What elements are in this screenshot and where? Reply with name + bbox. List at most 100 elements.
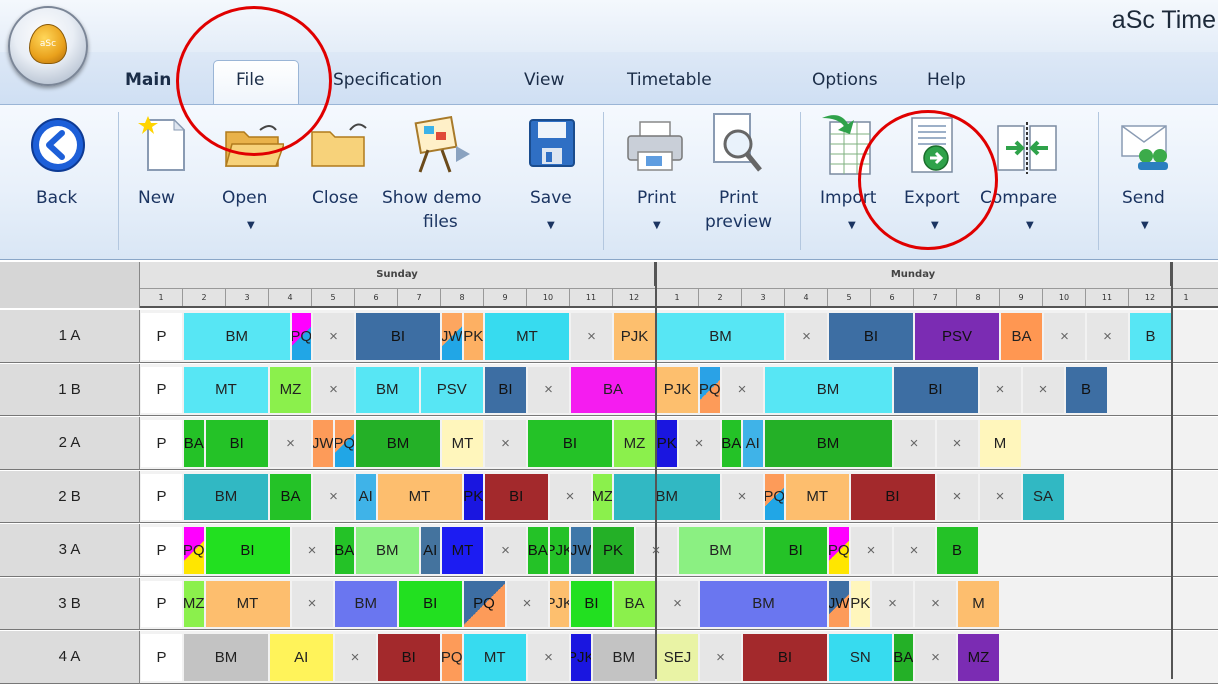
lesson-card[interactable]: PQ <box>829 527 849 574</box>
lesson-card[interactable]: BA <box>893 634 913 681</box>
lesson-card[interactable]: BM <box>184 313 290 360</box>
class-label[interactable]: 2 A <box>0 417 140 470</box>
lesson-card[interactable]: BI <box>528 420 612 467</box>
lesson-card[interactable]: P <box>141 420 182 467</box>
lesson-card[interactable]: AI <box>270 634 333 681</box>
lesson-card[interactable]: PK <box>463 313 483 360</box>
lesson-card[interactable]: MT <box>184 366 268 413</box>
lesson-card[interactable]: PK <box>850 580 870 627</box>
class-label[interactable]: 4 A <box>0 631 140 684</box>
lesson-card[interactable]: BI <box>571 580 612 627</box>
application-menu-button[interactable]: aSc <box>8 6 88 86</box>
lesson-card[interactable]: PJK <box>549 527 569 574</box>
lesson-card[interactable]: BM <box>764 366 892 413</box>
lesson-card[interactable]: BI <box>764 527 827 574</box>
lesson-card[interactable]: BM <box>678 527 763 574</box>
lesson-card[interactable]: P <box>141 634 182 681</box>
tab-main[interactable]: Main <box>125 70 171 90</box>
lesson-card[interactable]: MZ <box>184 580 204 627</box>
lesson-card[interactable]: MZ <box>270 366 311 413</box>
lesson-card[interactable]: PQ <box>764 473 784 520</box>
tab-options[interactable]: Options <box>812 70 878 90</box>
lesson-card[interactable]: BA <box>528 527 548 574</box>
class-label[interactable]: 2 B <box>0 470 140 523</box>
class-label[interactable]: 1 A <box>0 310 140 363</box>
tab-help[interactable]: Help <box>927 70 966 90</box>
lesson-card[interactable]: SA <box>1022 473 1064 520</box>
lesson-card[interactable]: MT <box>442 527 483 574</box>
lesson-card[interactable]: BM <box>764 420 892 467</box>
lesson-card[interactable]: MT <box>377 473 462 520</box>
lesson-card[interactable]: JW <box>442 313 462 360</box>
lesson-card[interactable]: M <box>958 580 999 627</box>
lesson-card[interactable]: B <box>936 527 978 574</box>
lesson-card[interactable]: M <box>979 420 1021 467</box>
lesson-card[interactable]: AI <box>743 420 763 467</box>
lesson-card[interactable]: BA <box>571 366 655 413</box>
tab-specification[interactable]: Specification <box>333 70 442 90</box>
lesson-card[interactable]: BM <box>592 634 655 681</box>
lesson-card[interactable]: B <box>1130 313 1171 360</box>
lesson-card[interactable]: MZ <box>614 420 655 467</box>
lesson-card[interactable]: PQ <box>442 634 462 681</box>
lesson-card[interactable]: P <box>141 313 182 360</box>
lesson-card[interactable]: MT <box>786 473 849 520</box>
class-label[interactable]: 3 A <box>0 524 140 577</box>
lesson-card[interactable]: PJK <box>614 313 655 360</box>
lesson-card[interactable]: JW <box>571 527 591 574</box>
lesson-card[interactable]: P <box>141 527 182 574</box>
lesson-card[interactable]: BA <box>1001 313 1042 360</box>
lesson-card[interactable]: PJK <box>657 366 698 413</box>
lesson-card[interactable]: SN <box>829 634 892 681</box>
lesson-card[interactable]: PQ <box>184 527 204 574</box>
lesson-card[interactable]: BM <box>356 420 440 467</box>
tab-view[interactable]: View <box>524 70 564 90</box>
lesson-card[interactable]: PJK <box>549 580 569 627</box>
lesson-card[interactable]: MT <box>485 313 569 360</box>
lesson-card[interactable]: JW <box>313 420 333 467</box>
lesson-card[interactable]: BM <box>614 473 720 520</box>
lesson-card[interactable]: SEJ <box>657 634 698 681</box>
lesson-card[interactable]: AI <box>420 527 440 574</box>
lesson-card[interactable]: PQ <box>700 366 720 413</box>
lesson-card[interactable]: BA <box>184 420 204 467</box>
lesson-card[interactable]: BA <box>614 580 655 627</box>
lesson-card[interactable]: BM <box>356 366 419 413</box>
lesson-card[interactable]: BI <box>377 634 440 681</box>
lesson-card[interactable]: PK <box>657 420 677 467</box>
lesson-card[interactable]: JW <box>829 580 849 627</box>
lesson-card[interactable]: BI <box>485 366 526 413</box>
lesson-card[interactable]: MZ <box>592 473 612 520</box>
lesson-card[interactable]: BI <box>829 313 913 360</box>
lesson-card[interactable]: BM <box>657 313 784 360</box>
class-label[interactable]: 1 B <box>0 363 140 416</box>
lesson-card[interactable]: P <box>141 366 182 413</box>
lesson-card[interactable]: MZ <box>958 634 999 681</box>
lesson-card[interactable]: BI <box>485 473 548 520</box>
lesson-card[interactable]: BM <box>700 580 827 627</box>
tab-file[interactable]: File <box>236 70 264 90</box>
lesson-card[interactable]: BA <box>334 527 354 574</box>
lesson-card[interactable]: P <box>141 580 182 627</box>
lesson-card[interactable]: BI <box>893 366 978 413</box>
lesson-card[interactable]: AI <box>356 473 376 520</box>
lesson-card[interactable]: PQ <box>291 313 311 360</box>
lesson-card[interactable]: PJK <box>571 634 591 681</box>
lesson-card[interactable]: PQ <box>334 420 354 467</box>
lesson-card[interactable]: BI <box>743 634 827 681</box>
lesson-card[interactable]: BI <box>356 313 440 360</box>
lesson-card[interactable]: BI <box>399 580 462 627</box>
lesson-card[interactable]: PSV <box>420 366 483 413</box>
lesson-card[interactable]: BM <box>184 634 268 681</box>
lesson-card[interactable]: PSV <box>915 313 999 360</box>
tab-timetable[interactable]: Timetable <box>627 70 712 90</box>
lesson-card[interactable]: BA <box>270 473 311 520</box>
lesson-card[interactable]: PQ <box>463 580 505 627</box>
lesson-card[interactable]: BA <box>721 420 741 467</box>
lesson-card[interactable]: BM <box>184 473 268 520</box>
lesson-card[interactable]: MT <box>463 634 526 681</box>
lesson-card[interactable]: P <box>141 473 182 520</box>
lesson-card[interactable]: MT <box>442 420 483 467</box>
lesson-card[interactable]: B <box>1065 366 1107 413</box>
lesson-card[interactable]: BM <box>334 580 397 627</box>
